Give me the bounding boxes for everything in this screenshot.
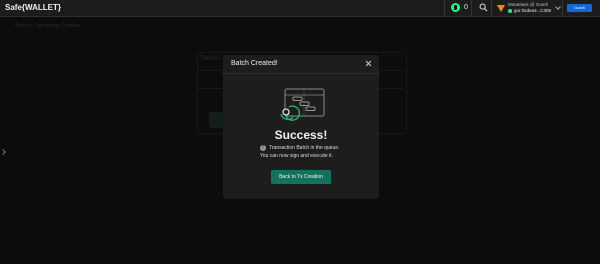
chevron-down-icon[interactable] [555, 4, 561, 10]
metamask-fox-icon [497, 5, 505, 12]
status-dot-icon [508, 8, 512, 13]
batch-illustration-icon [280, 88, 325, 121]
divider [471, 0, 472, 17]
app-title: Safe{WALLET} [5, 3, 62, 12]
divider [491, 0, 492, 17]
info-icon: ! [260, 145, 266, 151]
divider [562, 0, 563, 17]
close-icon[interactable] [365, 60, 372, 67]
wallet-address: gor:0xdea3...C308 [508, 8, 551, 13]
safe-count-value: 0 [464, 4, 468, 11]
safe-token-icon [451, 3, 460, 12]
safe-count-button[interactable]: 0 [451, 3, 468, 12]
batch-created-dialog: Batch Created! Success! ! Transaction Ba… [223, 55, 379, 199]
divider [444, 0, 445, 17]
dialog-title: Batch Created! [231, 60, 278, 67]
back-to-tx-creation-button[interactable]: Back to Tx Creation [271, 170, 331, 184]
wallet-name: MetaMask @ Goerli [508, 2, 548, 7]
dialog-header: Batch Created! [223, 55, 379, 74]
info-text-2: You can now sign and execute it. [260, 153, 333, 159]
wallet-address-text: gor:0xdea3...C308 [514, 8, 552, 13]
network-button[interactable]: Goerli [567, 4, 592, 12]
top-bar: Safe{WALLET} 0 MetaMask @ Goerli gor:0xd… [0, 0, 600, 17]
search-icon[interactable] [479, 3, 488, 12]
success-heading: Success! [274, 128, 328, 142]
info-line: ! Transaction Batch in the queue. [260, 145, 339, 151]
info-text-1: Transaction Batch in the queue. [269, 145, 340, 151]
